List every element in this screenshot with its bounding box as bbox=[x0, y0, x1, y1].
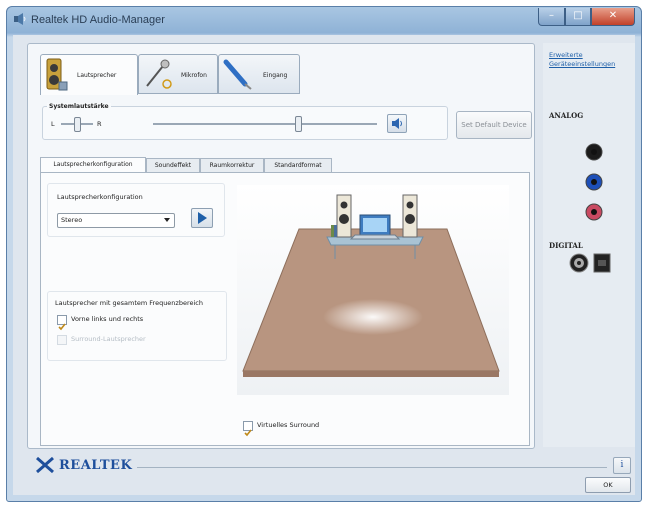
tab-room-correction[interactable]: Raumkorrektur bbox=[200, 158, 264, 172]
balance-right-label: R bbox=[97, 120, 102, 128]
tab-speaker-configuration[interactable]: Lautsprecherkonfiguration bbox=[40, 157, 146, 173]
checkmark-icon bbox=[244, 429, 252, 437]
window-title: Realtek HD Audio-Manager bbox=[31, 14, 165, 26]
surround-speakers-checkbox[interactable] bbox=[57, 335, 67, 345]
close-button[interactable]: ✕ bbox=[591, 8, 635, 26]
chevron-down-icon bbox=[164, 218, 170, 222]
volume-slider-thumb[interactable] bbox=[295, 116, 302, 132]
realtek-brand: REALTEK bbox=[59, 458, 133, 473]
system-volume-label: Systemlautstärke bbox=[47, 103, 111, 110]
ok-button[interactable]: OK bbox=[585, 477, 631, 493]
digital-label: DIGITAL bbox=[549, 241, 583, 250]
volume-slider-track[interactable] bbox=[153, 123, 377, 125]
balance-slider-thumb[interactable] bbox=[74, 117, 81, 132]
tab-microphone-label: Mikrofon bbox=[181, 72, 207, 79]
speaker-config-value: Stereo bbox=[61, 216, 83, 224]
test-play-button[interactable] bbox=[191, 208, 213, 228]
footer-divider bbox=[137, 467, 607, 468]
surround-speakers-label: Surround-Lautsprecher bbox=[71, 335, 146, 343]
room-visualization bbox=[237, 185, 509, 395]
set-default-device-button[interactable]: Set Default Device bbox=[456, 111, 532, 139]
balance-left-label: L bbox=[51, 120, 55, 128]
tab-speakers-label: Lautsprecher bbox=[77, 72, 117, 79]
analog-jack-pink-icon[interactable] bbox=[585, 203, 603, 221]
tab-sound-effects[interactable]: Soundeffekt bbox=[146, 158, 200, 172]
speaker-device-icon bbox=[46, 58, 68, 91]
app-window: Realtek HD Audio-Manager – □ ✕ Lautsprec… bbox=[6, 6, 642, 502]
jack-panel: Erweiterte Geräteeinstellungen ANALOG DI… bbox=[543, 43, 635, 447]
speaker-config-select[interactable]: Stereo bbox=[57, 213, 175, 228]
window-controls: – □ ✕ bbox=[538, 8, 635, 26]
maximize-button[interactable]: □ bbox=[565, 8, 591, 26]
tab-microphone[interactable]: Mikrofon bbox=[138, 54, 218, 94]
tab-speakers[interactable]: Lautsprecher bbox=[40, 54, 138, 95]
right-speaker-icon bbox=[402, 194, 418, 238]
realtek-logo-icon bbox=[36, 456, 54, 474]
analog-label: ANALOG bbox=[549, 111, 584, 120]
footer-bar: REALTEK i OK bbox=[13, 453, 635, 495]
sweet-spot-glow bbox=[323, 299, 423, 335]
play-icon bbox=[198, 212, 207, 224]
front-left-right-checkbox[interactable] bbox=[57, 315, 67, 331]
speaker-configuration-panel: Lautsprecherkonfiguration Stereo Lautspr… bbox=[40, 172, 530, 446]
virtual-surround-label: Virtuelles Surround bbox=[257, 421, 320, 429]
tab-default-format[interactable]: Standardformat bbox=[264, 158, 332, 172]
advanced-settings-link[interactable]: Erweiterte Geräteeinstellungen bbox=[549, 51, 629, 69]
checkmark-icon bbox=[58, 323, 66, 331]
digital-optical-jack-icon[interactable] bbox=[593, 253, 611, 273]
left-speaker-icon bbox=[336, 194, 352, 238]
info-button[interactable]: i bbox=[613, 457, 631, 474]
analog-jack-blue-icon[interactable] bbox=[585, 173, 603, 191]
config-group-label: Lautsprecherkonfiguration bbox=[57, 193, 143, 201]
microphone-icon bbox=[146, 59, 172, 89]
mute-button[interactable] bbox=[387, 114, 407, 133]
tab-line-in[interactable]: Eingang bbox=[218, 54, 300, 94]
line-in-plug-icon bbox=[223, 59, 252, 90]
minimize-button[interactable]: – bbox=[538, 8, 565, 26]
fullrange-group-label: Lautsprecher mit gesamtem Frequenzbereic… bbox=[55, 299, 203, 307]
desk-books-icon bbox=[331, 225, 337, 237]
tab-line-in-label: Eingang bbox=[263, 72, 288, 79]
analog-jack-black-icon[interactable] bbox=[585, 143, 603, 161]
system-volume-group: Systemlautstärke L R bbox=[42, 103, 448, 140]
title-bar[interactable]: Realtek HD Audio-Manager – □ ✕ bbox=[7, 7, 641, 35]
speaker-app-icon bbox=[14, 13, 26, 25]
digital-coax-jack-icon[interactable] bbox=[569, 253, 589, 273]
main-panel: Lautsprecher Mikrofon Eingang Systemlaut… bbox=[27, 43, 535, 449]
front-left-right-label: Vorne links und rechts bbox=[71, 315, 144, 323]
virtual-surround-checkbox[interactable] bbox=[243, 421, 253, 437]
speaker-volume-icon bbox=[392, 118, 402, 129]
